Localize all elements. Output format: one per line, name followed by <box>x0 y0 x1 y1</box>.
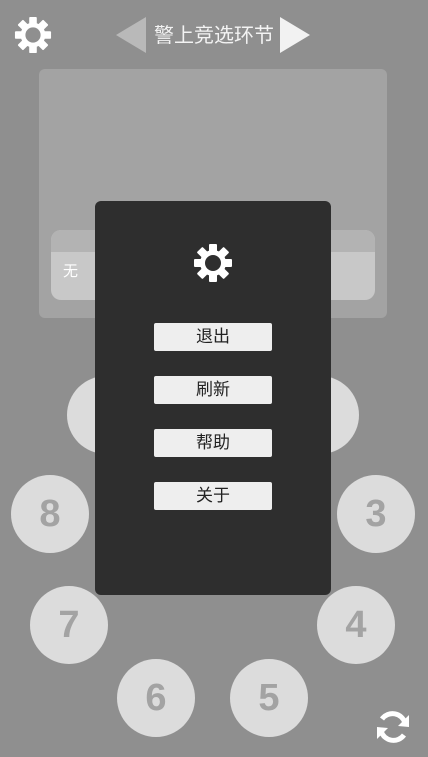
refresh-button[interactable]: 刷新 <box>154 376 272 404</box>
refresh-icon[interactable] <box>373 707 413 747</box>
top-bar: 警上竞选环节 <box>0 0 428 70</box>
about-button[interactable]: 关于 <box>154 482 272 510</box>
exit-button[interactable]: 退出 <box>154 323 272 351</box>
card-text: 无 <box>63 262 79 280</box>
help-button[interactable]: 帮助 <box>154 429 272 457</box>
seat-circle-8[interactable]: 8 <box>11 475 89 553</box>
seat-circle-4[interactable]: 4 <box>317 586 395 664</box>
seat-circle-6[interactable]: 6 <box>117 659 195 737</box>
gear-icon[interactable] <box>14 16 52 54</box>
triangle-left-icon[interactable] <box>116 17 146 53</box>
page-title: 警上竞选环节 <box>154 23 274 47</box>
settings-dialog: 退出 刷新 帮助 关于 <box>95 201 331 595</box>
seat-circle-7[interactable]: 7 <box>30 586 108 664</box>
triangle-right-icon[interactable] <box>280 17 310 53</box>
seat-circle-5[interactable]: 5 <box>230 659 308 737</box>
gear-icon <box>194 244 232 282</box>
seat-circle-3[interactable]: 3 <box>337 475 415 553</box>
